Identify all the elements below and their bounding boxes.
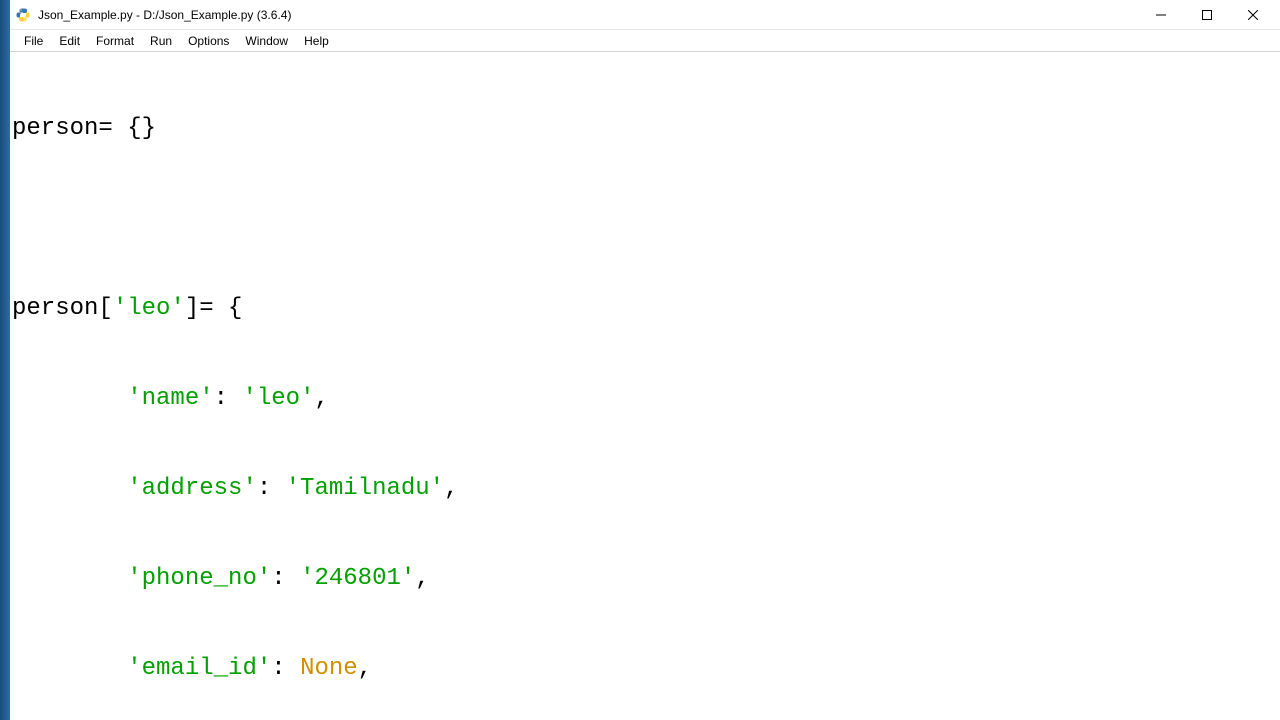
titlebar[interactable]: Json_Example.py - D:/Json_Example.py (3.… [10,0,1280,30]
python-icon [14,6,32,24]
code-editor[interactable]: person= {} person['leo']= { 'name': 'leo… [10,52,1280,720]
idle-window: Json_Example.py - D:/Json_Example.py (3.… [10,0,1280,720]
code-line: 'email_id': None, [10,654,1280,684]
code-line [10,204,1280,234]
code-line: 'address': 'Tamilnadu', [10,474,1280,504]
code-line: person= {} [10,114,1280,144]
close-button[interactable] [1230,0,1276,30]
menu-window[interactable]: Window [237,32,296,50]
code-line: person['leo']= { [10,294,1280,324]
minimize-button[interactable] [1138,0,1184,30]
code-line: 'name': 'leo', [10,384,1280,414]
menu-run[interactable]: Run [142,32,180,50]
desktop-edge [0,0,10,720]
maximize-button[interactable] [1184,0,1230,30]
code-line: 'phone_no': '246801', [10,564,1280,594]
window-title: Json_Example.py - D:/Json_Example.py (3.… [38,8,1138,22]
menu-format[interactable]: Format [88,32,142,50]
window-controls [1138,0,1276,30]
menubar: File Edit Format Run Options Window Help [10,30,1280,52]
menu-help[interactable]: Help [296,32,337,50]
menu-options[interactable]: Options [180,32,237,50]
menu-edit[interactable]: Edit [51,32,88,50]
menu-file[interactable]: File [16,32,51,50]
